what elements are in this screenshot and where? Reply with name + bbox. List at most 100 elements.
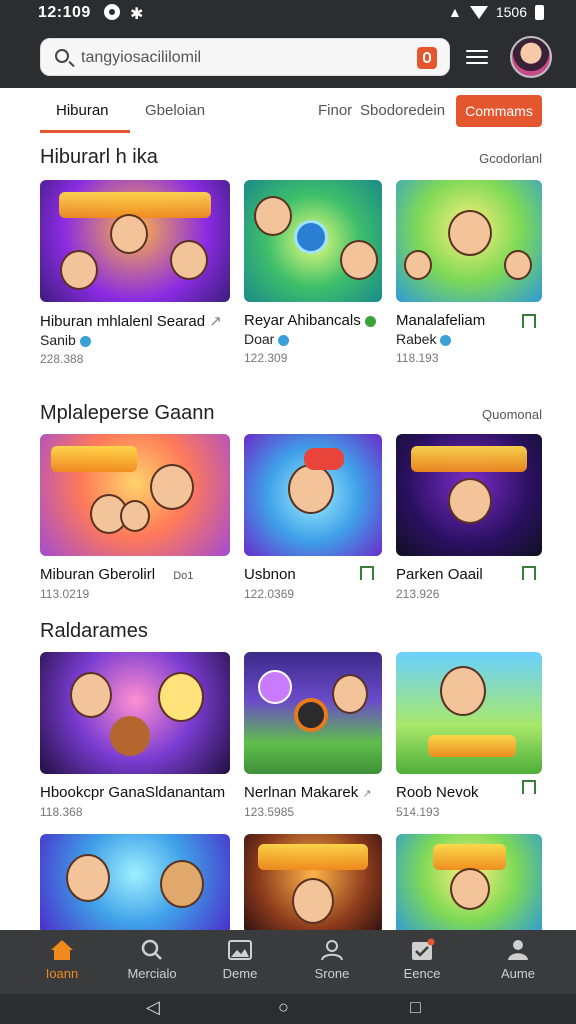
game-card[interactable]: Reyar Ahibancals Doar 122.309 — [244, 180, 382, 365]
game-thumbnail — [396, 652, 542, 774]
app-notification-icon — [104, 4, 120, 20]
search-icon — [139, 938, 165, 962]
game-card[interactable] — [40, 834, 230, 934]
game-title: Hbookcpr GanaSldanantam — [40, 784, 226, 801]
nav-label: Srone — [314, 966, 350, 981]
nav-label: Mercialo — [127, 966, 177, 981]
game-title: Parken Oaail — [396, 566, 483, 583]
verified-icon — [440, 334, 452, 346]
nav-label: Eence — [403, 966, 441, 981]
character-art — [440, 666, 486, 716]
home-button-icon[interactable]: ○ — [278, 997, 289, 1018]
game-title: Reyar Ahibancals — [244, 312, 382, 329]
character-art — [150, 464, 194, 510]
game-card[interactable]: Miburan Gberolirl Do1 113.0219 — [40, 434, 230, 601]
pet-art — [110, 716, 150, 756]
character-art — [160, 860, 204, 908]
bookmark-icon[interactable] — [522, 566, 536, 580]
developer-name: Rabek — [396, 331, 437, 347]
game-title-extra: ↗ — [362, 788, 372, 800]
orb-art — [258, 670, 292, 704]
location-icon: ✱ — [130, 6, 144, 23]
tab-gbeloian[interactable]: Gbeloian — [145, 102, 205, 119]
game-logo — [257, 844, 369, 870]
search-icon — [55, 49, 69, 63]
game-developer: Sanib — [40, 332, 230, 348]
game-downloads: 213.926 — [396, 587, 440, 601]
orb-art — [294, 220, 328, 254]
game-title-text: Miburan Gberolirl — [40, 566, 156, 583]
game-title-text: Reyar Ahibancals — [244, 312, 361, 329]
tab-hiburan[interactable]: Hiburan — [56, 102, 109, 119]
game-thumbnail — [244, 180, 382, 302]
game-thumbnail — [40, 652, 230, 774]
character-art — [170, 240, 208, 280]
signal-icon: ▲ — [447, 4, 462, 20]
search-bar[interactable] — [40, 38, 450, 76]
bookmark-icon[interactable] — [522, 780, 536, 794]
character-art — [504, 250, 532, 280]
status-bar: 12:109 ✱ ▲ 1506 — [0, 0, 576, 28]
tab-finor[interactable]: Finor — [318, 102, 352, 119]
cta-button[interactable]: Commams — [456, 95, 542, 127]
bookmark-icon[interactable] — [522, 314, 536, 328]
game-downloads: 122.0369 — [244, 587, 295, 601]
tab-sbodoredein[interactable]: Sbodoredein — [360, 102, 445, 119]
game-downloads: 514.193 — [396, 805, 440, 819]
game-thumbnail — [244, 434, 382, 556]
nav-item-social[interactable]: Srone — [292, 938, 372, 981]
developer-name: Sanib — [40, 332, 76, 348]
hat-art — [304, 448, 344, 470]
image-icon — [227, 938, 253, 962]
section-title: Raldarames — [40, 620, 148, 642]
game-title-extra: Do1 — [173, 570, 194, 582]
game-card[interactable]: Usbnon 122.0369 — [244, 434, 382, 601]
avatar[interactable] — [510, 36, 552, 78]
game-thumbnail — [40, 434, 230, 556]
wifi-icon — [469, 5, 488, 19]
battery-icon — [535, 4, 544, 20]
game-downloads: 122.309 — [244, 351, 288, 365]
person-icon — [319, 938, 345, 962]
nav-item-search[interactable]: Mercialo — [112, 938, 192, 981]
bookmark-icon[interactable] — [360, 566, 374, 580]
back-icon[interactable]: ◁ — [146, 997, 160, 1018]
section-more-link[interactable]: Gcodorlanl — [479, 151, 542, 166]
game-thumbnail — [40, 834, 230, 934]
nav-item-media[interactable]: Deme — [200, 938, 280, 981]
game-logo — [51, 446, 137, 473]
nav-item-home[interactable]: Ioann — [22, 938, 102, 981]
game-card[interactable]: Nerlnan Makarek ↗ 123.5985 — [244, 652, 382, 819]
game-title-extra: ↗ — [209, 313, 222, 330]
game-card[interactable]: Manalafeliam Rabek 118.193 — [396, 180, 542, 365]
verified-icon — [278, 334, 290, 346]
game-downloads: 113.0219 — [40, 587, 90, 601]
game-thumbnail — [40, 180, 230, 302]
character-art — [292, 878, 334, 924]
game-card[interactable]: Roob Nevok 514.193 — [396, 652, 542, 819]
game-card[interactable]: Hiburan mhlalenl Searad ↗ Sanib 228.388 — [40, 180, 230, 366]
game-title: Roob Nevok — [396, 784, 479, 801]
game-thumbnail — [244, 834, 382, 934]
filter-icon[interactable] — [466, 46, 488, 68]
game-logo — [428, 734, 516, 757]
game-card[interactable]: Parken Oaail 213.926 — [396, 434, 542, 601]
search-input[interactable] — [81, 45, 401, 71]
nav-item-account[interactable]: Aume — [478, 938, 558, 981]
game-title: Miburan Gberolirl Do1 — [40, 566, 230, 583]
game-developer: Doar — [244, 331, 382, 347]
character-art — [450, 868, 490, 910]
status-right-text: 1506 — [495, 4, 527, 20]
game-thumbnail — [396, 434, 542, 556]
game-card[interactable] — [244, 834, 382, 934]
nav-item-notifications[interactable]: Eence — [382, 938, 462, 981]
status-time: 12:109 — [38, 4, 91, 21]
game-card[interactable]: Hbookcpr GanaSldanantam 118.368 — [40, 652, 230, 819]
recents-icon[interactable]: □ — [410, 997, 421, 1018]
game-title: Manalafeliam — [396, 312, 486, 329]
character-art — [448, 210, 492, 256]
home-icon — [49, 938, 75, 962]
game-card[interactable] — [396, 834, 542, 934]
section-more-link[interactable]: Quomonal — [482, 407, 542, 422]
voice-search-icon[interactable] — [417, 47, 437, 69]
